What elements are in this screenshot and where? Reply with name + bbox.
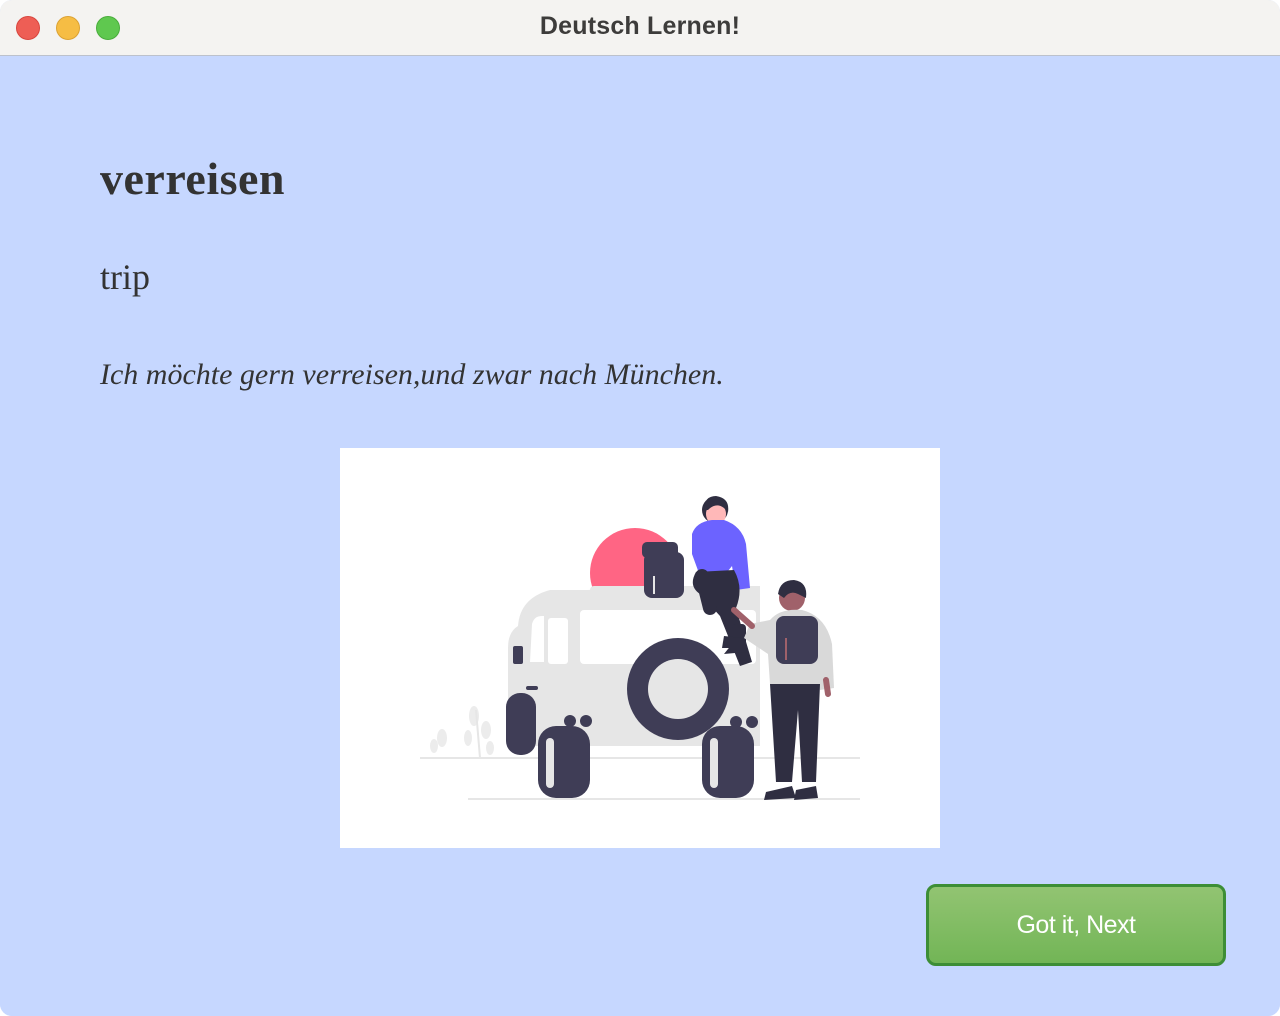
title-bar: Deutsch Lernen! xyxy=(0,0,1280,56)
flashcard: verreisen trip Ich möchte gern verreisen… xyxy=(0,56,1280,1016)
example-sentence: Ich möchte gern verreisen,und zwar nach … xyxy=(100,358,724,391)
got-it-next-button[interactable]: Got it, Next xyxy=(926,884,1226,966)
translation: trip xyxy=(100,257,150,297)
window-title: Deutsch Lernen! xyxy=(539,12,741,40)
german-word: verreisen xyxy=(100,153,286,204)
travel-car-illustration xyxy=(340,448,940,848)
app-window: Deutsch Lernen! verreisen trip Ich möcht… xyxy=(0,0,1280,1016)
